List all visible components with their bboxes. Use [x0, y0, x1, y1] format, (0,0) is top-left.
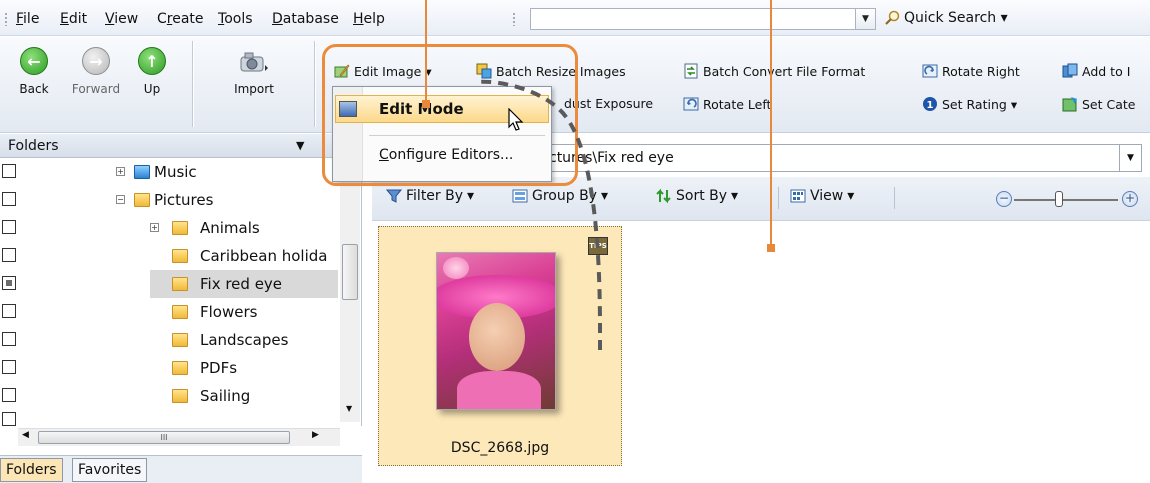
dashed-arrow — [477, 79, 603, 351]
mouse-pointer-icon — [508, 108, 524, 131]
